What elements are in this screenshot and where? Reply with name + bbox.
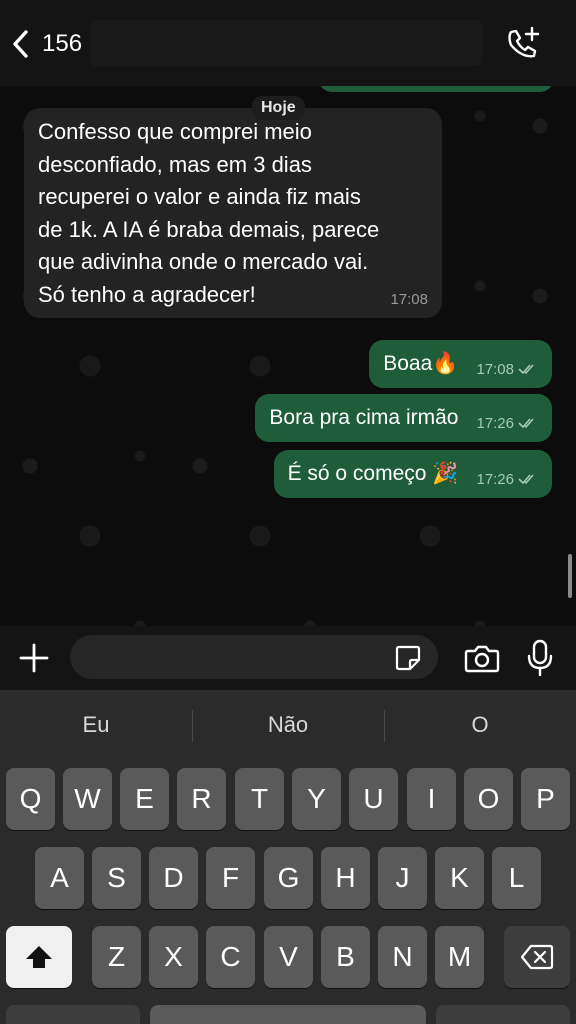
outgoing-message[interactable]: É só o começo 🎉 17:26 — [273, 450, 552, 498]
key-v[interactable]: V — [264, 926, 313, 988]
key-x[interactable]: X — [149, 926, 198, 988]
plus-icon[interactable] — [18, 642, 50, 674]
incoming-message[interactable]: Confesso que comprei meio desconfiado, m… — [24, 108, 442, 318]
contact-info-redacted[interactable] — [90, 20, 482, 66]
numbers-key[interactable] — [6, 1005, 140, 1024]
message-list[interactable]: Confesso que comprei meio desconfiado, m… — [0, 86, 576, 626]
back-button[interactable]: 156 — [10, 24, 82, 64]
previous-message-bubble — [318, 86, 554, 92]
key-n[interactable]: N — [378, 926, 427, 988]
unread-count: 156 — [42, 30, 83, 57]
message-input[interactable] — [70, 635, 438, 679]
message-text: Bora pra cima irmão — [269, 406, 459, 429]
key-f[interactable]: F — [206, 847, 255, 909]
chevron-left-icon — [13, 30, 28, 58]
outgoing-message[interactable]: Boaa🔥 17:08 — [369, 340, 552, 388]
camera-icon[interactable] — [464, 642, 500, 674]
message-time: 17:26 — [476, 414, 514, 432]
key-e[interactable]: E — [120, 768, 169, 830]
suggestion-bar: Eu Não O — [0, 690, 576, 760]
key-c[interactable]: C — [206, 926, 255, 988]
read-ticks-icon — [518, 418, 534, 429]
message-text: É só o começo 🎉 — [287, 462, 459, 485]
shift-key[interactable] — [6, 926, 72, 988]
backspace-key[interactable] — [504, 926, 570, 988]
key-l[interactable]: L — [492, 847, 541, 909]
message-time: 17:08 — [476, 360, 514, 378]
chat-header: 156 — [0, 0, 576, 86]
key-z[interactable]: Z — [92, 926, 141, 988]
message-time: 17:26 — [476, 470, 514, 488]
whatsapp-chat-screen: 156 Confesso que comprei meio desconfiad… — [0, 0, 576, 1024]
read-ticks-icon — [518, 474, 534, 485]
key-y[interactable]: Y — [292, 768, 341, 830]
key-m[interactable]: M — [435, 926, 484, 988]
outgoing-message[interactable]: Bora pra cima irmão 17:26 — [255, 394, 552, 442]
read-ticks-icon — [518, 364, 534, 375]
message-composer — [0, 626, 576, 690]
key-a[interactable]: A — [35, 847, 84, 909]
key-k[interactable]: K — [435, 847, 484, 909]
key-w[interactable]: W — [63, 768, 112, 830]
key-j[interactable]: J — [378, 847, 427, 909]
key-p[interactable]: P — [521, 768, 570, 830]
return-key[interactable] — [436, 1005, 570, 1024]
key-d[interactable]: D — [149, 847, 198, 909]
on-screen-keyboard: Eu Não O Q W E R T Y U I O P A S D F G H… — [0, 690, 576, 1024]
space-key[interactable] — [150, 1005, 426, 1024]
date-separator: Hoje — [252, 96, 305, 120]
microphone-icon[interactable] — [526, 639, 554, 677]
message-text: Confesso que comprei meio desconfiado, m… — [38, 119, 380, 307]
message-time: 17:08 — [390, 291, 428, 308]
key-o[interactable]: O — [464, 768, 513, 830]
key-g[interactable]: G — [264, 847, 313, 909]
key-b[interactable]: B — [321, 926, 370, 988]
sticker-icon[interactable] — [394, 644, 422, 672]
suggestion-item[interactable]: Não — [192, 690, 384, 760]
suggestion-item[interactable]: Eu — [0, 690, 192, 760]
shift-arrow-icon — [26, 946, 52, 968]
scrollbar[interactable] — [568, 554, 572, 598]
key-u[interactable]: U — [349, 768, 398, 830]
key-q[interactable]: Q — [6, 768, 55, 830]
message-text: Boaa🔥 — [383, 352, 459, 375]
suggestion-item[interactable]: O — [384, 690, 576, 760]
key-h[interactable]: H — [321, 847, 370, 909]
key-s[interactable]: S — [92, 847, 141, 909]
key-i[interactable]: I — [407, 768, 456, 830]
key-t[interactable]: T — [235, 768, 284, 830]
backspace-icon — [520, 944, 554, 970]
key-r[interactable]: R — [177, 768, 226, 830]
add-call-icon[interactable] — [502, 24, 542, 64]
